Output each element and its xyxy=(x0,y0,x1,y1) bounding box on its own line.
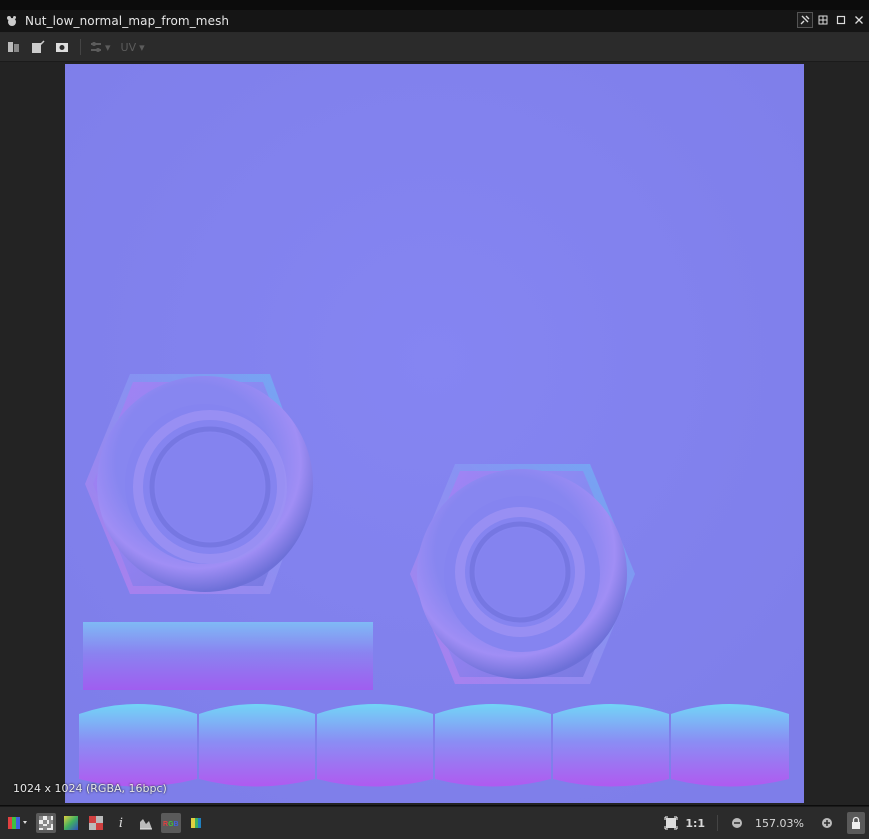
uv-dropdown[interactable]: UV ▾ xyxy=(121,41,145,54)
nut-right xyxy=(410,464,635,684)
export-icon[interactable] xyxy=(28,37,48,57)
actual-size-button[interactable]: 1:1 xyxy=(685,817,705,830)
uv-label: UV xyxy=(120,40,137,54)
alpha-icon[interactable] xyxy=(86,813,106,833)
viewer-toolbar: ▾ UV ▾ xyxy=(0,33,869,62)
texture-viewport[interactable]: 1024 x 1024 (RGBA, 16bpc) xyxy=(0,62,869,805)
toolbar-separator xyxy=(80,39,81,55)
rgb-icon[interactable]: RGB xyxy=(161,813,181,833)
lock-icon[interactable] xyxy=(847,812,865,834)
pin-icon[interactable] xyxy=(797,12,813,28)
texture-size-readout: 1024 x 1024 (RGBA, 16bpc) xyxy=(13,782,167,795)
zoom-out-icon[interactable] xyxy=(727,813,747,833)
checker-icon[interactable] xyxy=(36,813,56,833)
maximize-icon[interactable] xyxy=(833,12,849,28)
uv-strip xyxy=(83,622,373,690)
snapshot-icon[interactable] xyxy=(52,37,72,57)
channels-icon[interactable] xyxy=(4,37,24,57)
window-titlebar: Nut_low_normal_map_from_mesh xyxy=(0,10,869,33)
zoom-value[interactable]: 157.03% xyxy=(755,817,804,830)
nut-left xyxy=(85,374,313,594)
viewer-statusbar: i RGB 1:1 157.03% xyxy=(0,806,869,839)
transform-icon[interactable]: ▾ xyxy=(89,40,111,54)
chevron-down-icon: ▾ xyxy=(139,40,145,54)
close-icon[interactable] xyxy=(851,12,867,28)
channel-swatch-icon[interactable] xyxy=(186,813,206,833)
zoom-in-icon[interactable] xyxy=(817,813,837,833)
gradient-icon[interactable] xyxy=(61,813,81,833)
color-mode-icon[interactable] xyxy=(5,813,31,833)
svg-text:RGB: RGB xyxy=(163,821,179,828)
statusbar-separator xyxy=(717,815,719,831)
substance-app-icon[interactable] xyxy=(4,13,20,29)
histogram-icon[interactable] xyxy=(136,813,156,833)
window-title: Nut_low_normal_map_from_mesh xyxy=(25,14,230,28)
fit-to-view-icon[interactable] xyxy=(661,813,681,833)
normal-map-texture[interactable] xyxy=(65,64,804,803)
info-icon[interactable]: i xyxy=(111,813,131,833)
maximize-grid-icon[interactable] xyxy=(815,12,831,28)
